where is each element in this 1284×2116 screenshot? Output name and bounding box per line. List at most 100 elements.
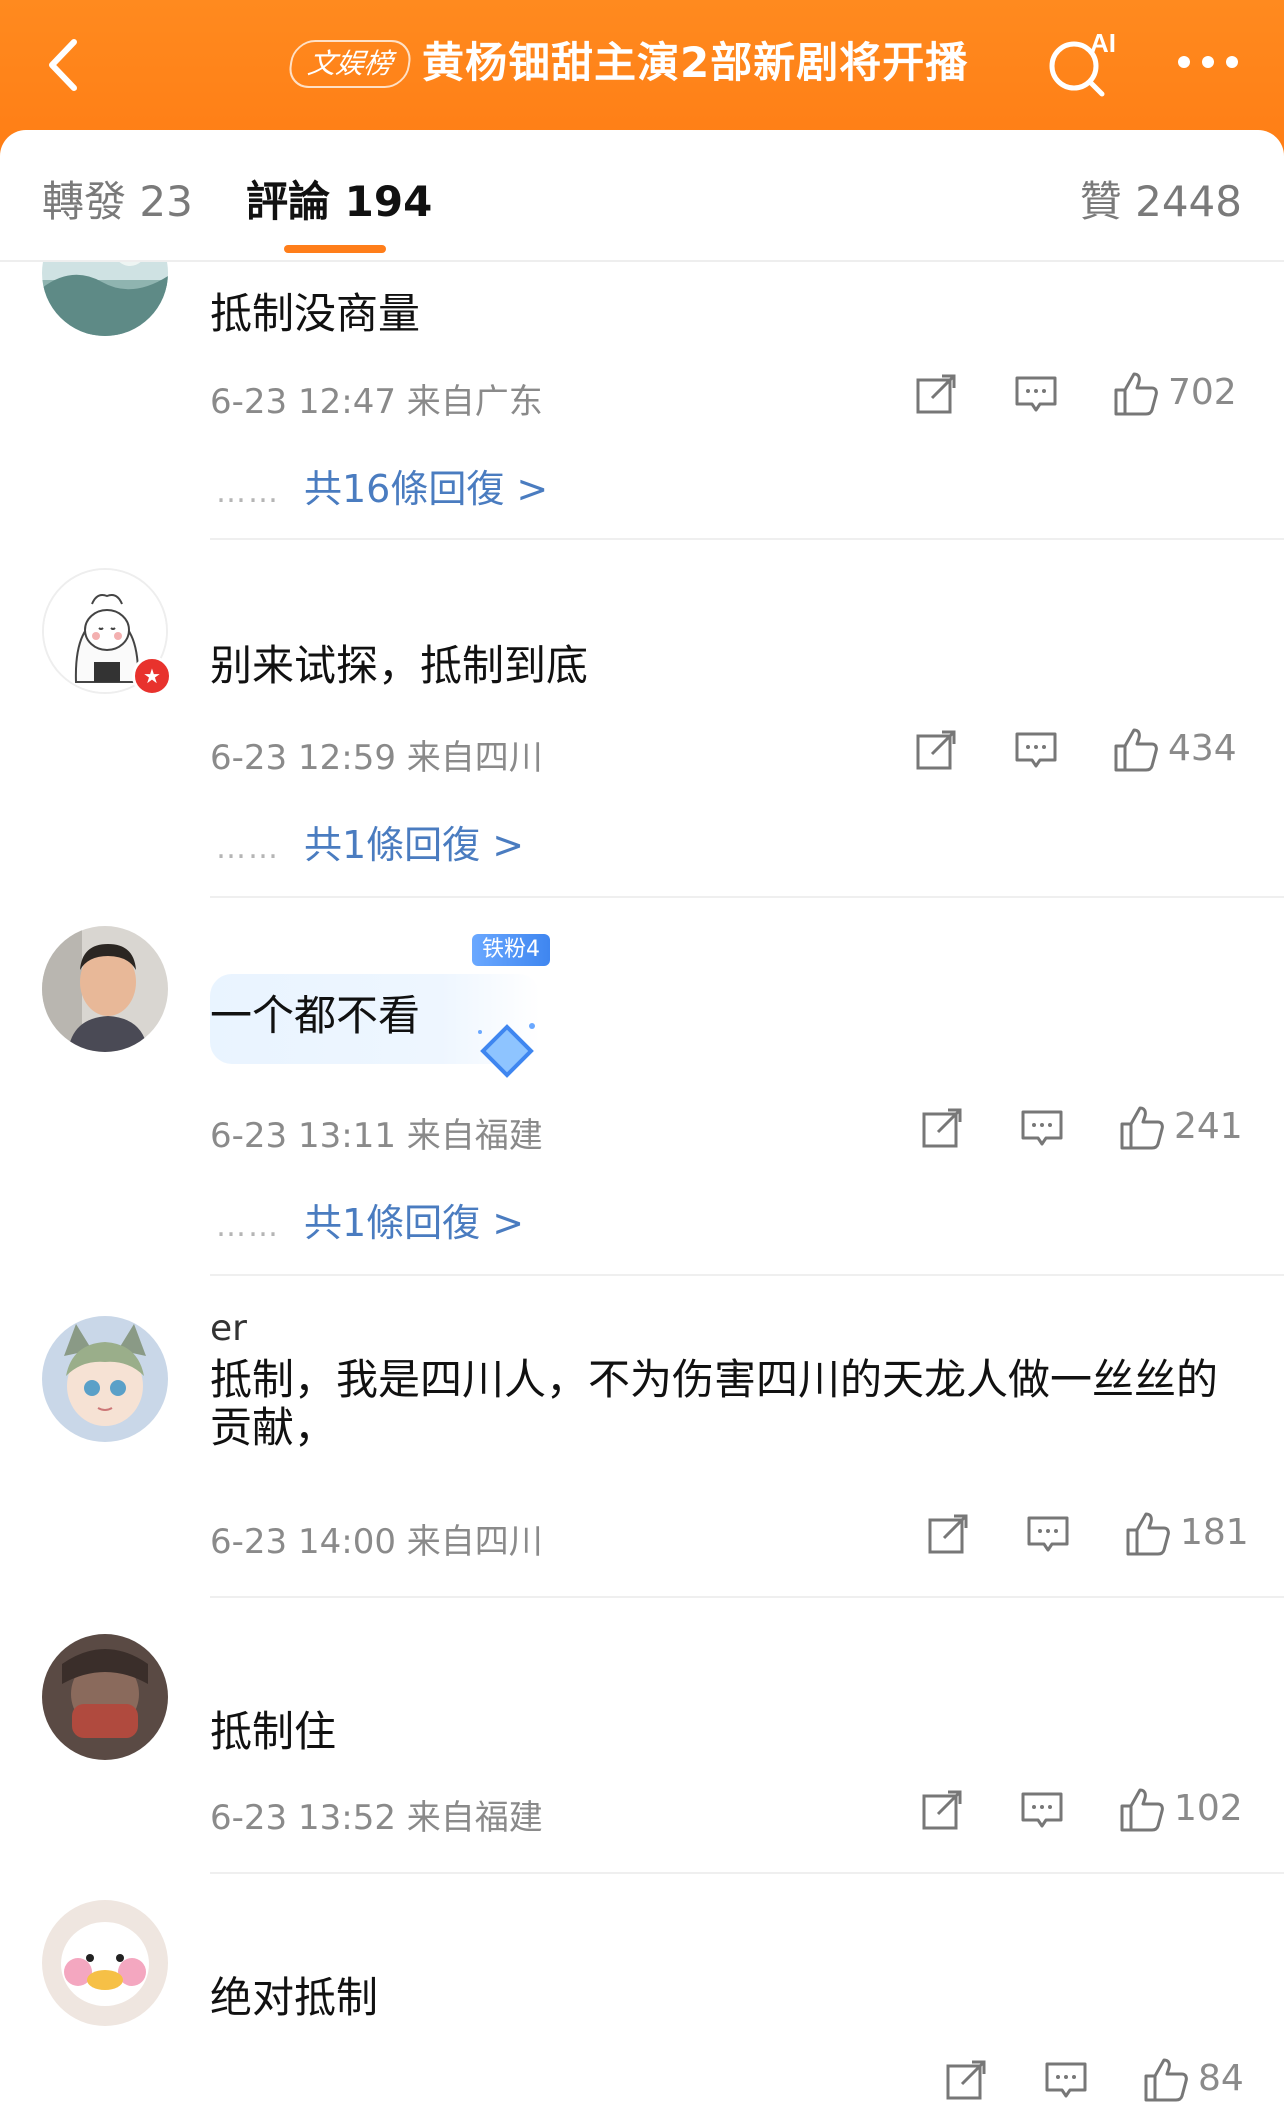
comment-text: 抵制住 [210, 1707, 337, 1756]
back-button[interactable] [30, 30, 100, 100]
comment-text: 抵制没商量 [210, 289, 421, 338]
comment-divider [210, 538, 1284, 540]
tab-comment[interactable]: 評論 194 [246, 174, 432, 230]
ai-search-icon: AI [1049, 28, 1116, 97]
comment-meta: 6-23 12:47 来自广东 [210, 382, 543, 422]
username[interactable] [210, 920, 450, 964]
like-button[interactable] [1112, 370, 1160, 418]
more-button[interactable] [1168, 40, 1248, 84]
like-icon [1126, 1512, 1170, 1556]
comment-item: ★ 别来试探，抵制到底 6-23 12:59 来自四川 434 …… 共1條回復 … [0, 558, 1284, 918]
fan-badge: 铁粉4 [472, 934, 550, 966]
comment-meta: 6-23 13:52 来自福建 [210, 1798, 543, 1838]
tab-repost[interactable]: 轉發 23 [42, 174, 193, 230]
share-button[interactable] [942, 2056, 990, 2104]
comment-icon [1015, 732, 1057, 768]
reply-button[interactable] [1018, 1104, 1066, 1152]
replies-label: 共1條回復 > [304, 823, 525, 867]
reply-dots: …… [216, 1209, 280, 1244]
comment-text: 别来试探，抵制到底 [210, 641, 589, 690]
ai-search-button[interactable]: AI [1040, 22, 1120, 102]
reply-dots: …… [216, 475, 280, 510]
share-button[interactable] [924, 1510, 972, 1558]
comment-actions: 241 [918, 1104, 1243, 1160]
comment-icon [1015, 376, 1057, 412]
comment-icon [1045, 2062, 1087, 2098]
share-button[interactable] [918, 1786, 966, 1834]
reply-button[interactable] [1012, 726, 1060, 774]
comment-divider [210, 896, 1284, 898]
avatar[interactable] [42, 1634, 168, 1760]
comment-actions: 102 [918, 1786, 1243, 1842]
comment-icon [1027, 1516, 1069, 1552]
like-count: 434 [1168, 728, 1237, 769]
share-icon [916, 374, 956, 414]
share-icon [946, 2060, 986, 2100]
comment-meta: 6-23 13:11 来自福建 [210, 1116, 543, 1156]
comment-actions: 84 [942, 2056, 1244, 2112]
comment-divider [210, 1872, 1284, 1874]
comment-meta: 6-23 12:59 来自四川 [210, 738, 543, 778]
avatar[interactable] [42, 1316, 168, 1442]
like-button[interactable] [1142, 2056, 1190, 2104]
like-icon [1120, 1106, 1164, 1150]
comment-actions: 702 [912, 370, 1242, 426]
share-button[interactable] [912, 370, 960, 418]
comment-actions: 434 [912, 726, 1242, 782]
comment-divider [210, 1596, 1284, 1598]
view-replies-link[interactable]: …… 共16條回復 > [216, 458, 548, 513]
like-icon [1114, 728, 1158, 772]
share-button[interactable] [912, 726, 960, 774]
replies-label: 共16條回復 > [304, 467, 549, 511]
like-count: 181 [1180, 1512, 1249, 1553]
view-replies-link[interactable]: …… 共1條回復 > [216, 814, 524, 869]
comment-item: 铁粉4 一个都不看 6-23 13:11 来自福建 241 …… 共1條回復 > [0, 914, 1284, 1304]
like-icon [1120, 1788, 1164, 1832]
like-icon [1144, 2058, 1188, 2102]
reply-button[interactable] [1042, 2056, 1090, 2104]
avatar[interactable] [42, 926, 168, 1052]
comment-item: er 抵制，我是四川人，不为伤害四川的天龙人做一丝丝的贡献， 6-23 14:0… [0, 1298, 1284, 1628]
active-tab-indicator [284, 245, 386, 253]
comment-text: 一个都不看 [210, 991, 421, 1040]
verified-badge-icon: ★ [132, 656, 172, 696]
reply-button[interactable] [1012, 370, 1060, 418]
share-icon [928, 1514, 968, 1554]
reply-button[interactable] [1024, 1510, 1072, 1558]
like-button[interactable] [1118, 1104, 1166, 1152]
ai-label: AI [1090, 28, 1116, 58]
comment-item: 抵制没商量 6-23 12:47 来自广东 702 …… 共16條回復 > [0, 262, 1284, 542]
comment-divider [210, 1274, 1284, 1276]
like-count: 84 [1198, 2058, 1244, 2099]
like-count: 102 [1174, 1788, 1243, 1829]
like-button[interactable] [1118, 1786, 1166, 1834]
comment-icon [1021, 1110, 1063, 1146]
avatar[interactable] [42, 262, 168, 336]
reply-button[interactable] [1018, 1786, 1066, 1834]
comment-list: 抵制没商量 6-23 12:47 来自广东 702 …… 共16條回復 > ★ … [0, 262, 1284, 2116]
back-arrow-icon [49, 39, 77, 91]
reply-dots: …… [216, 831, 280, 866]
like-count: 241 [1174, 1106, 1243, 1147]
tab-like[interactable]: 贊 2448 [1080, 174, 1242, 230]
more-dots-icon [1178, 56, 1238, 68]
like-icon [1114, 372, 1158, 416]
share-button[interactable] [918, 1104, 966, 1152]
avatar[interactable] [42, 1900, 168, 2026]
hot-topic-title[interactable]: 黄杨钿甜主演2部新剧将开播 [422, 30, 968, 96]
comment-actions: 181 [924, 1510, 1249, 1566]
like-button[interactable] [1112, 726, 1160, 774]
like-button[interactable] [1124, 1510, 1172, 1558]
share-icon [922, 1108, 962, 1148]
share-icon [916, 730, 956, 770]
comment-item: 抵制住 6-23 13:52 来自福建 102 [0, 1614, 1284, 1884]
view-replies-link[interactable]: …… 共1條回復 > [216, 1192, 524, 1247]
username[interactable]: er [210, 1308, 247, 1349]
comment-meta: 6-23 14:00 来自四川 [210, 1522, 543, 1562]
comment-item: 绝对抵制 84 [0, 1880, 1284, 2116]
replies-label: 共1條回復 > [304, 1201, 525, 1245]
ranking-badge[interactable]: 文娱榜 [286, 40, 414, 88]
comment-text: 抵制，我是四川人，不为伤害四川的天龙人做一丝丝的贡献， [210, 1355, 1219, 1452]
share-icon [922, 1790, 962, 1830]
comment-text: 绝对抵制 [210, 1973, 379, 2022]
